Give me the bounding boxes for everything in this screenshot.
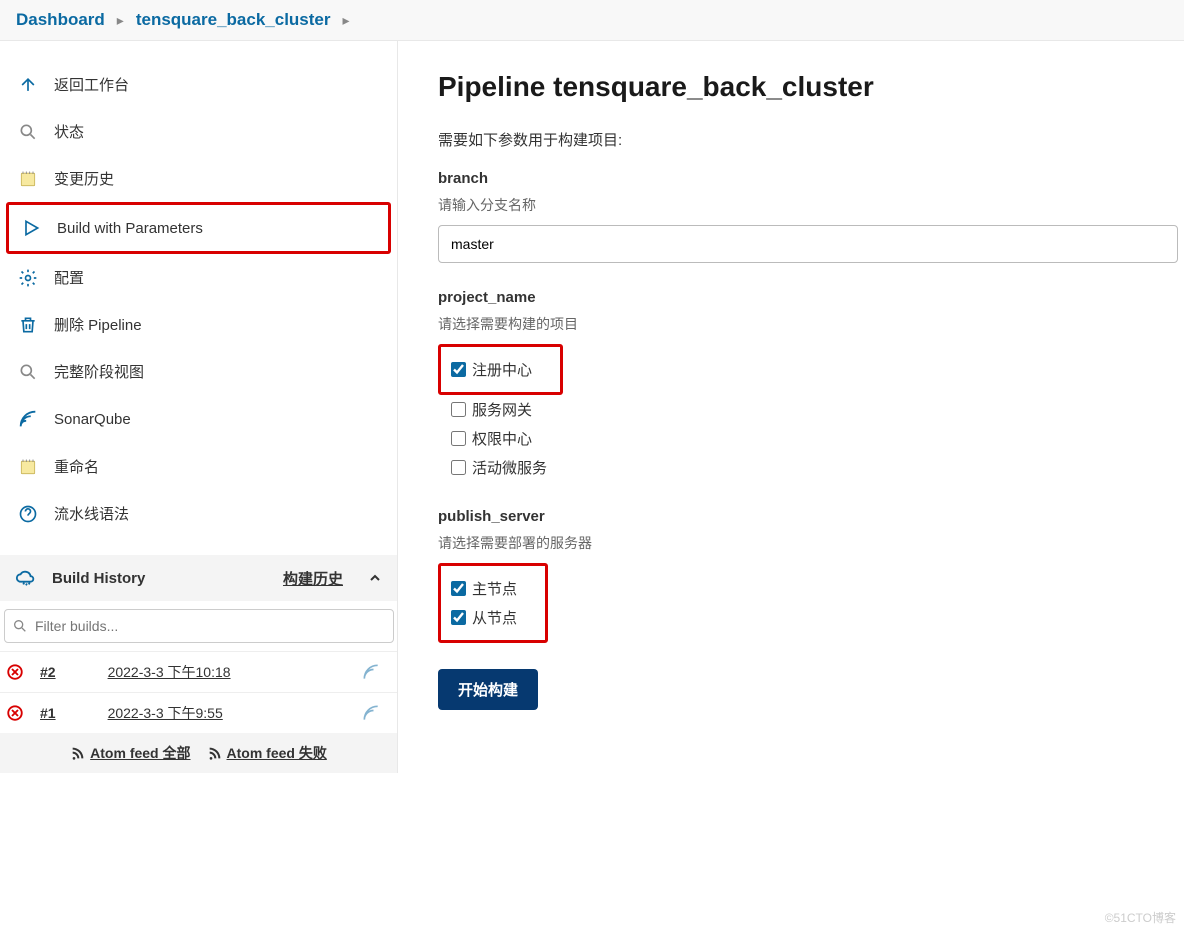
- wave-icon: [361, 662, 381, 682]
- build-history-header[interactable]: Build History 构建历史: [0, 555, 397, 601]
- sidebar-item-label: 完整阶段视图: [54, 361, 144, 382]
- sidebar-item-syntax[interactable]: 流水线语法: [6, 490, 391, 537]
- project-option[interactable]: 服务网关: [449, 395, 1184, 424]
- search-icon: [16, 122, 40, 142]
- chevron-right-icon: ▸: [342, 12, 349, 29]
- project-option-highlight: 注册中心: [438, 344, 563, 395]
- sidebar-item-build-params[interactable]: Build with Parameters: [6, 202, 391, 254]
- option-label: 从节点: [472, 607, 517, 628]
- checkbox[interactable]: [451, 610, 466, 625]
- error-icon: [6, 704, 24, 722]
- arrow-up-icon: [16, 75, 40, 95]
- sidebar-item-label: 返回工作台: [54, 74, 129, 95]
- watermark: ©51CTO博客: [1105, 909, 1176, 926]
- param-desc: 请选择需要构建的项目: [438, 314, 1184, 334]
- sidebar-item-label: SonarQube: [54, 411, 131, 428]
- play-icon: [19, 218, 43, 238]
- search-icon: [16, 362, 40, 382]
- sidebar-item-back[interactable]: 返回工作台: [6, 61, 391, 108]
- param-publish-server: publish_server 请选择需要部署的服务器 主节点 从节点: [438, 508, 1184, 643]
- sidebar-item-label: 流水线语法: [54, 503, 129, 524]
- sidebar-item-label: 配置: [54, 267, 84, 288]
- filter-builds-input[interactable]: [4, 609, 394, 643]
- sidebar-item-label: 状态: [54, 121, 84, 142]
- breadcrumb: Dashboard ▸ tensquare_back_cluster ▸: [0, 0, 1184, 41]
- chevron-right-icon: ▸: [117, 12, 124, 29]
- build-date[interactable]: 2022-3-3 下午10:18: [108, 662, 231, 682]
- checkbox[interactable]: [451, 431, 466, 446]
- atom-feed-fail[interactable]: Atom feed 失败: [207, 743, 327, 763]
- feeds-bar: Atom feed 全部 Atom feed 失败: [0, 733, 397, 773]
- build-button[interactable]: 开始构建: [438, 669, 538, 710]
- option-label: 注册中心: [472, 359, 532, 380]
- wave-icon: [16, 408, 40, 430]
- page-title: Pipeline tensquare_back_cluster: [438, 71, 1184, 103]
- sidebar-item-rename[interactable]: 重命名: [6, 443, 391, 490]
- build-date[interactable]: 2022-3-3 下午9:55: [108, 703, 223, 723]
- sidebar-item-status[interactable]: 状态: [6, 108, 391, 155]
- rss-icon: [207, 745, 223, 761]
- checkbox[interactable]: [451, 460, 466, 475]
- project-option[interactable]: 活动微服务: [449, 453, 1184, 482]
- breadcrumb-project[interactable]: tensquare_back_cluster: [136, 10, 331, 30]
- param-label: project_name: [438, 289, 1184, 306]
- build-row[interactable]: #2 2022-3-3 下午10:18: [0, 651, 397, 692]
- notepad-icon: [16, 169, 40, 189]
- search-icon: [12, 618, 28, 634]
- rss-icon: [70, 745, 86, 761]
- trash-icon: [16, 315, 40, 335]
- publish-option-highlight: 主节点 从节点: [438, 563, 548, 643]
- param-label: publish_server: [438, 508, 1184, 525]
- project-option[interactable]: 权限中心: [449, 424, 1184, 453]
- publish-option[interactable]: 主节点: [449, 574, 519, 603]
- option-label: 权限中心: [472, 428, 532, 449]
- param-desc: 请输入分支名称: [438, 195, 1184, 215]
- notepad-icon: [16, 457, 40, 477]
- branch-input[interactable]: [438, 225, 1178, 263]
- project-option[interactable]: 注册中心: [449, 355, 534, 384]
- sidebar-item-delete[interactable]: 删除 Pipeline: [6, 301, 391, 348]
- param-branch: branch 请输入分支名称: [438, 170, 1184, 263]
- build-row[interactable]: #1 2022-3-3 下午9:55: [0, 692, 397, 733]
- checkbox[interactable]: [451, 362, 466, 377]
- feed-label: Atom feed 失败: [227, 743, 327, 763]
- wave-icon: [361, 703, 381, 723]
- build-hint: 需要如下参数用于构建项目:: [438, 129, 1184, 150]
- sidebar-item-configure[interactable]: 配置: [6, 254, 391, 301]
- build-history-subtitle: 构建历史: [283, 568, 343, 589]
- error-icon: [6, 663, 24, 681]
- build-number[interactable]: #2: [40, 664, 56, 680]
- build-history-title: Build History: [52, 570, 145, 587]
- param-desc: 请选择需要部署的服务器: [438, 533, 1184, 553]
- sidebar-item-sonarqube[interactable]: SonarQube: [6, 395, 391, 443]
- option-label: 主节点: [472, 578, 517, 599]
- sidebar-item-label: 删除 Pipeline: [54, 314, 142, 335]
- sidebar: 返回工作台 状态 变更历史 Build with Parameters: [0, 41, 398, 773]
- main-content: Pipeline tensquare_back_cluster 需要如下参数用于…: [398, 41, 1184, 773]
- publish-option[interactable]: 从节点: [449, 603, 519, 632]
- chevron-up-icon: [367, 570, 383, 586]
- gear-icon: [16, 268, 40, 288]
- breadcrumb-dashboard[interactable]: Dashboard: [16, 10, 105, 30]
- checkbox[interactable]: [451, 402, 466, 417]
- feed-label: Atom feed 全部: [90, 743, 190, 763]
- sidebar-item-label: Build with Parameters: [57, 220, 203, 237]
- sidebar-item-label: 重命名: [54, 456, 99, 477]
- sidebar-item-changes[interactable]: 变更历史: [6, 155, 391, 202]
- option-label: 活动微服务: [472, 457, 547, 478]
- atom-feed-all[interactable]: Atom feed 全部: [70, 743, 190, 763]
- param-label: branch: [438, 170, 1184, 187]
- sidebar-item-label: 变更历史: [54, 168, 114, 189]
- checkbox[interactable]: [451, 581, 466, 596]
- sidebar-item-stage-view[interactable]: 完整阶段视图: [6, 348, 391, 395]
- build-number[interactable]: #1: [40, 705, 56, 721]
- option-label: 服务网关: [472, 399, 532, 420]
- param-project-name: project_name 请选择需要构建的项目 注册中心 服务网关: [438, 289, 1184, 482]
- cloud-icon: [14, 567, 38, 589]
- help-icon: [16, 504, 40, 524]
